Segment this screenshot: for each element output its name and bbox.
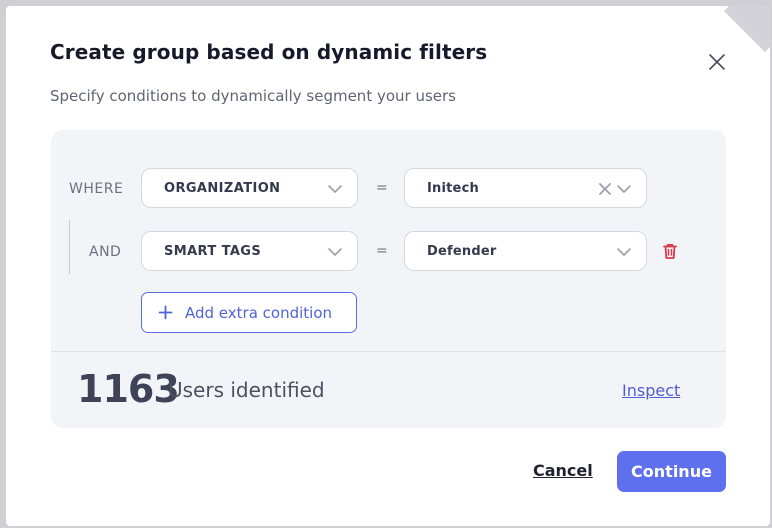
- conditions-panel: WHERE ORGANIZATION = Initech AND SMART T…: [51, 130, 726, 428]
- condition-keyword-where: WHERE: [69, 181, 124, 197]
- users-count-label: Users identified: [168, 378, 325, 402]
- condition-group-line: [69, 220, 70, 274]
- value-select-initech[interactable]: Initech: [404, 168, 647, 208]
- value-select-value: Initech: [427, 181, 479, 196]
- value-select-value: Defender: [427, 244, 497, 259]
- clear-x-icon[interactable]: [598, 182, 612, 196]
- value-select-defender[interactable]: Defender: [404, 231, 647, 271]
- operator-equals: =: [376, 243, 388, 259]
- add-extra-condition-label: Add extra condition: [185, 304, 333, 322]
- chevron-down-icon: [328, 248, 342, 256]
- dialog-subtitle: Specify conditions to dynamically segmen…: [50, 87, 456, 105]
- field-select-organization[interactable]: ORGANIZATION: [141, 168, 358, 208]
- continue-button[interactable]: Continue: [617, 451, 726, 492]
- users-count: 1163: [77, 367, 180, 411]
- panel-divider: [51, 351, 726, 352]
- inspect-link[interactable]: Inspect: [622, 381, 680, 400]
- condition-keyword-and: AND: [89, 244, 122, 260]
- chevron-down-icon: [617, 248, 631, 256]
- field-select-smart-tags[interactable]: SMART TAGS: [141, 231, 358, 271]
- field-select-value: SMART TAGS: [164, 244, 262, 259]
- plus-icon: [158, 305, 173, 320]
- add-extra-condition-button[interactable]: Add extra condition: [141, 292, 357, 333]
- cancel-button[interactable]: Cancel: [533, 461, 593, 480]
- close-icon[interactable]: [706, 51, 728, 73]
- create-group-dialog: Create group based on dynamic filters Sp…: [6, 6, 770, 526]
- trash-icon[interactable]: [661, 242, 679, 260]
- operator-equals: =: [376, 180, 388, 196]
- chevron-down-icon: [328, 185, 342, 193]
- chevron-down-icon: [617, 185, 631, 193]
- field-select-value: ORGANIZATION: [164, 181, 281, 196]
- dialog-title: Create group based on dynamic filters: [50, 40, 488, 64]
